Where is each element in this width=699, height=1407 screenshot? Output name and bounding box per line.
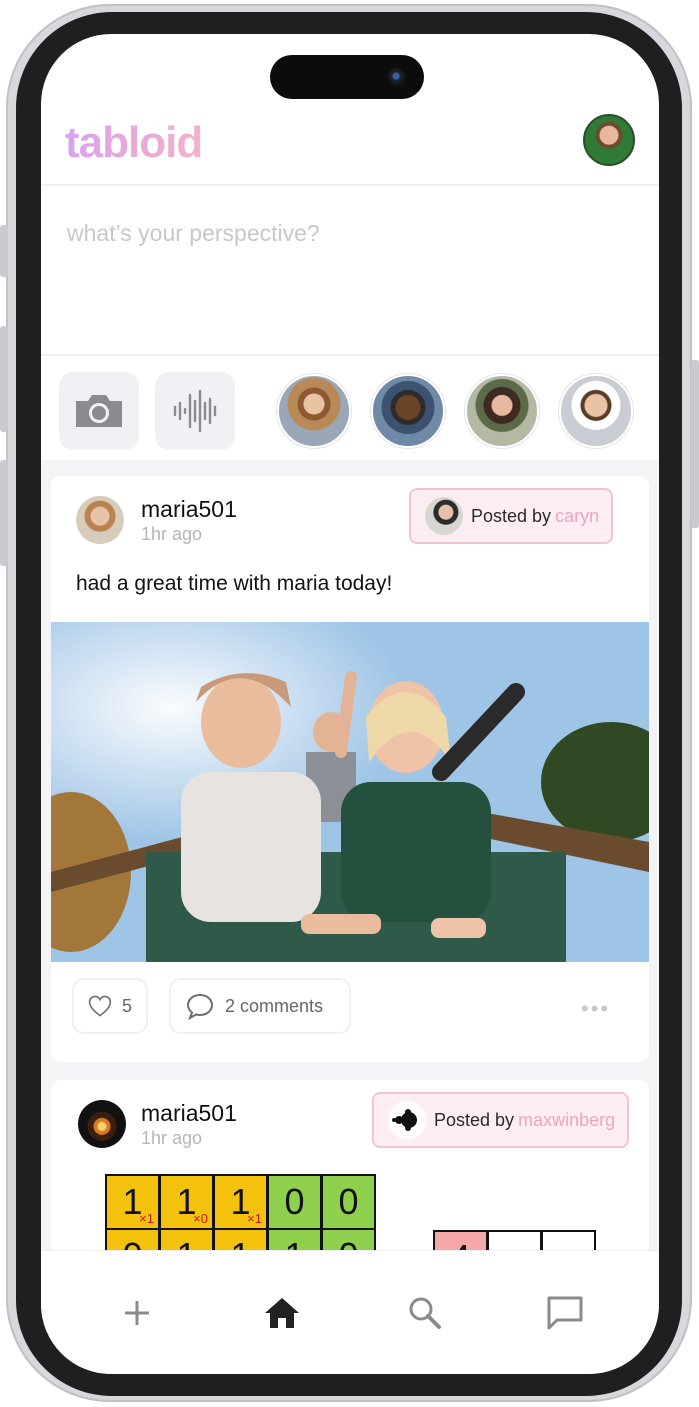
bottom-nav bbox=[41, 1250, 659, 1374]
profile-avatar[interactable] bbox=[583, 114, 635, 166]
post-composer[interactable]: what’s your perspective? bbox=[41, 186, 659, 356]
grid-cell: 1 bbox=[159, 1228, 214, 1250]
post-text: had a great time with maria today! bbox=[76, 572, 393, 595]
grid-cell: 1 ×0 bbox=[159, 1174, 214, 1230]
grid-cell bbox=[541, 1230, 596, 1250]
more-options-icon[interactable]: ••• bbox=[581, 996, 610, 1022]
feed[interactable]: maria501 1hr ago Posted by caryn had a g… bbox=[41, 460, 659, 1250]
posted-by-badge[interactable]: Posted by caryn bbox=[409, 488, 614, 544]
grid-cell: 1 ×1 bbox=[213, 1174, 268, 1230]
camera-button[interactable] bbox=[59, 372, 139, 450]
home-icon bbox=[265, 1298, 299, 1328]
screen: tabloid what’s your perspective? maria50… bbox=[41, 34, 659, 1374]
story-avatar-1[interactable] bbox=[277, 374, 351, 448]
chat-icon bbox=[547, 1296, 583, 1330]
grid-cell: 4 bbox=[433, 1230, 488, 1250]
side-button-left-3 bbox=[0, 460, 8, 566]
grid-cell: 0 bbox=[105, 1228, 160, 1250]
fractal-icon bbox=[388, 1101, 426, 1139]
post-author-avatar[interactable] bbox=[78, 1100, 126, 1148]
posted-by-badge[interactable]: Posted by maxwinberg bbox=[372, 1092, 630, 1148]
posted-by-label: Posted by bbox=[434, 1109, 515, 1130]
grid-cell: 0 bbox=[321, 1228, 376, 1250]
app-logo[interactable]: tabloid bbox=[65, 118, 203, 168]
post-timestamp: 1hr ago bbox=[141, 524, 203, 544]
posted-by-avatar bbox=[388, 1101, 426, 1139]
story-avatar-2[interactable] bbox=[371, 374, 445, 448]
rollercoaster-photo bbox=[51, 622, 649, 962]
app-header: tabloid bbox=[41, 104, 659, 186]
post-timestamp: 1hr ago bbox=[141, 1128, 203, 1148]
add-post-button[interactable] bbox=[117, 1293, 157, 1333]
audio-button[interactable] bbox=[155, 372, 235, 450]
post-username[interactable]: maria501 bbox=[141, 1100, 237, 1127]
camera-icon bbox=[76, 395, 122, 427]
composer-tools-row bbox=[41, 358, 659, 460]
like-count: 5 bbox=[121, 995, 132, 1016]
heart-icon bbox=[88, 995, 112, 1017]
comment-bubble-icon bbox=[186, 993, 214, 1020]
audio-wave-icon bbox=[173, 389, 217, 433]
posted-by-label: Posted by bbox=[471, 505, 552, 526]
home-button[interactable] bbox=[262, 1293, 302, 1333]
camera-lens bbox=[388, 68, 406, 86]
comment-count: 2 comments bbox=[225, 995, 324, 1016]
story-avatar-4[interactable] bbox=[559, 374, 633, 448]
grid-cell: 0 bbox=[321, 1174, 376, 1230]
side-button-left-2 bbox=[0, 326, 8, 432]
grid-cell: 1 bbox=[267, 1228, 322, 1250]
grid-cell: 0 bbox=[267, 1174, 322, 1230]
post-card: maria501 1hr ago Posted by maxwinberg 1 … bbox=[51, 1080, 649, 1250]
side-button-left-1 bbox=[0, 225, 8, 277]
post-author-avatar[interactable] bbox=[76, 496, 124, 544]
story-avatar-3[interactable] bbox=[465, 374, 539, 448]
grid-cell: 1 ×1 bbox=[105, 1174, 160, 1230]
posted-by-username[interactable]: caryn bbox=[555, 506, 599, 527]
search-button[interactable] bbox=[405, 1293, 445, 1333]
side-button-right bbox=[691, 360, 699, 528]
posted-by-username[interactable]: maxwinberg bbox=[518, 1110, 615, 1131]
dynamic-island bbox=[270, 55, 424, 99]
add-icon bbox=[125, 1301, 149, 1325]
search-icon bbox=[409, 1297, 441, 1329]
grid-cell: 1 bbox=[213, 1228, 268, 1250]
composer-placeholder[interactable]: what’s your perspective? bbox=[67, 220, 320, 247]
post-card: maria501 1hr ago Posted by caryn had a g… bbox=[51, 476, 649, 1062]
posted-by-avatar bbox=[425, 497, 463, 535]
like-button[interactable]: 5 bbox=[72, 978, 148, 1034]
comments-button[interactable]: 2 comments bbox=[169, 978, 351, 1034]
post-image[interactable] bbox=[51, 622, 649, 962]
grid-cell bbox=[487, 1230, 542, 1250]
messages-button[interactable] bbox=[545, 1293, 585, 1333]
post-username[interactable]: maria501 bbox=[141, 496, 237, 523]
